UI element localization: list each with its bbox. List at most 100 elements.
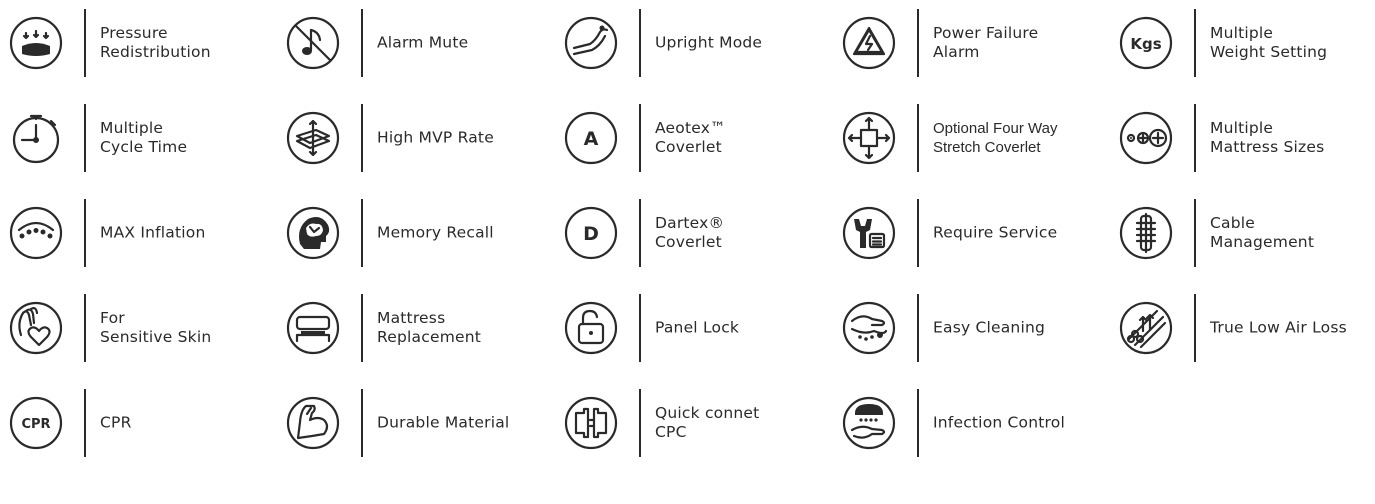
feature-label: Optional Four Way Stretch Coverlet [933, 119, 1108, 157]
feature-item-easy-cleaning: Easy Cleaning [838, 288, 1108, 368]
divider [361, 389, 363, 457]
feature-label-line: Multiple [1210, 24, 1274, 42]
divider [361, 294, 363, 362]
svg-text:CPR: CPR [21, 417, 50, 432]
feature-label: Cable Management [1210, 214, 1375, 252]
feature-label-line: Mattress [377, 309, 446, 327]
divider [639, 389, 641, 457]
feature-label: For Sensitive Skin [100, 309, 275, 347]
feature-label-line: CPR [100, 413, 132, 432]
divider [639, 104, 641, 172]
feature-label-line: Easy Cleaning [933, 318, 1046, 337]
four-way-stretch-icon [842, 111, 896, 165]
divider [1194, 199, 1196, 267]
letter-a-icon: A [564, 111, 618, 165]
divider [84, 104, 86, 172]
divider [917, 199, 919, 267]
feature-label: Power Failure Alarm [933, 24, 1108, 62]
stopwatch-icon [9, 111, 63, 165]
feature-label-line: Stretch Coverlet [933, 139, 1041, 156]
feature-label-line: High MVP Rate [377, 128, 494, 147]
feature-item-multiple-mattress-sizes: Multiple Mattress Sizes [1115, 98, 1375, 178]
feature-label-line: Multiple [1210, 119, 1274, 137]
feature-label-line: Panel Lock [655, 318, 740, 337]
feature-item-dartex-coverlet: D Dartex® Coverlet [560, 193, 830, 273]
easy-cleaning-icon [842, 301, 896, 355]
feature-item-quick-connect-cpc: Quick connet CPC [560, 383, 830, 463]
feature-item-cpr: CPR CPR [5, 383, 275, 463]
feature-label-line: MAX Inflation [100, 223, 206, 242]
feature-label: Infection Control [933, 414, 1108, 433]
feature-label-line: Sensitive Skin [100, 328, 212, 346]
feature-label-line: CPC [655, 423, 687, 441]
feature-label-line: Coverlet [655, 233, 722, 251]
mattress-sizes-icon [1119, 111, 1173, 165]
feature-label-line: Weight Setting [1210, 43, 1328, 61]
feature-label-line: Coverlet [655, 138, 722, 156]
feature-label: Alarm Mute [377, 34, 552, 53]
feature-label-line: True Low Air Loss [1210, 318, 1347, 337]
power-failure-alarm-icon [842, 16, 896, 70]
feature-label-line: For [100, 309, 125, 327]
feature-label-line: Dartex® [655, 214, 725, 232]
upright-mode-icon [564, 16, 618, 70]
feature-label-line: Mattress Sizes [1210, 138, 1325, 156]
feature-item-alarm-mute: Alarm Mute [282, 3, 552, 83]
feature-label: Multiple Weight Setting [1210, 24, 1375, 62]
panel-lock-icon [564, 301, 618, 355]
sensitive-skin-icon [9, 301, 63, 355]
feature-label: Panel Lock [655, 319, 830, 338]
quick-connect-icon [564, 396, 618, 450]
feature-label-line: Alarm [933, 43, 980, 61]
feature-label: Require Service [933, 224, 1108, 243]
feature-item-panel-lock: Panel Lock [560, 288, 830, 368]
low-air-loss-icon [1119, 301, 1173, 355]
feature-label-line: Memory Recall [377, 223, 494, 242]
feature-item-power-failure-alarm: Power Failure Alarm [838, 3, 1108, 83]
divider [361, 9, 363, 77]
feature-label: Durable Material [377, 414, 552, 433]
feature-label-line: Replacement [377, 328, 482, 346]
feature-label-line: Cycle Time [100, 138, 188, 156]
feature-label: Mattress Replacement [377, 309, 552, 347]
feature-label: Aeotex™ Coverlet [655, 119, 830, 157]
feature-label: True Low Air Loss [1210, 319, 1375, 338]
feature-label: CPR [100, 414, 275, 433]
feature-label-line: Infection Control [933, 413, 1065, 432]
feature-item-high-mvp-rate: High MVP Rate [282, 98, 552, 178]
divider [639, 199, 641, 267]
feature-item-durable-material: Durable Material [282, 383, 552, 463]
feature-label-line: Durable Material [377, 413, 510, 432]
feature-label: Dartex® Coverlet [655, 214, 830, 252]
high-mvp-rate-icon [286, 111, 340, 165]
feature-item-multiple-cycle-time: Multiple Cycle Time [5, 98, 275, 178]
divider [1194, 294, 1196, 362]
feature-icon-grid: Pressure Redistribution Alarm Mute Upright … [0, 0, 1375, 504]
feature-item-memory-recall: Memory Recall [282, 193, 552, 273]
divider [84, 294, 86, 362]
divider [917, 294, 919, 362]
feature-label-line: Upright Mode [655, 33, 763, 52]
divider [84, 199, 86, 267]
divider [361, 104, 363, 172]
feature-label-line: Cable [1210, 214, 1256, 232]
feature-item-true-low-air-loss: True Low Air Loss [1115, 288, 1375, 368]
feature-label-line: Redistribution [100, 43, 211, 61]
feature-item-pressure-redistribution: Pressure Redistribution [5, 3, 275, 83]
feature-label-line: Require Service [933, 223, 1058, 242]
cable-management-icon [1119, 206, 1173, 260]
max-inflation-icon [9, 206, 63, 260]
feature-label-line: Management [1210, 233, 1315, 251]
infection-control-icon [842, 396, 896, 450]
feature-label-line: Alarm Mute [377, 33, 469, 52]
feature-item-require-service: Require Service [838, 193, 1108, 273]
divider [1194, 104, 1196, 172]
memory-recall-icon [286, 206, 340, 260]
alarm-mute-icon [286, 16, 340, 70]
feature-label: Pressure Redistribution [100, 24, 275, 62]
feature-label: High MVP Rate [377, 129, 552, 148]
feature-item-max-inflation: MAX Inflation [5, 193, 275, 273]
divider [639, 294, 641, 362]
require-service-icon [842, 206, 896, 260]
pressure-redistribution-icon [9, 16, 63, 70]
